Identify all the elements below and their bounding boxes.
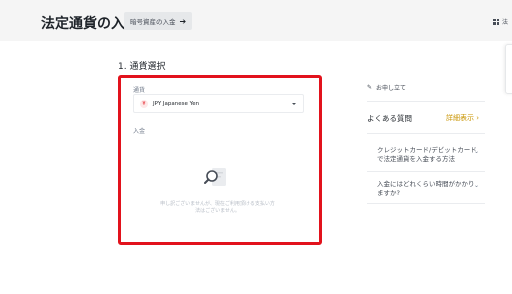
chevron-down-icon	[292, 103, 296, 105]
faq-item-card-deposit[interactable]: クレジットカード/デビットカードで法定通貨を入金する方法	[377, 146, 477, 164]
yen-icon: ¥	[140, 99, 148, 108]
history-label: 法	[502, 19, 509, 26]
grid-icon	[493, 18, 499, 25]
faq-title: よくある質問	[367, 114, 412, 123]
divider	[367, 203, 485, 204]
crypto-deposit-label: 暗号資産の入金	[130, 18, 176, 26]
apply-label: お申し立て	[376, 85, 407, 92]
arrow-right-icon: ➔	[179, 16, 187, 26]
step-title: 1. 通貨選択	[118, 62, 166, 72]
chevron-down-icon: ⌄	[474, 148, 480, 155]
divider	[367, 101, 485, 102]
faq-more-link[interactable]: 詳細表示 ›	[446, 113, 479, 123]
pencil-icon: ✎	[367, 84, 373, 91]
currency-select[interactable]: ¥ JPY Japanese Yen	[133, 94, 304, 113]
deposit-label: 入金	[133, 128, 146, 135]
divider	[367, 133, 485, 134]
chevron-down-icon: ⌄	[474, 182, 480, 189]
divider	[367, 171, 485, 172]
faq-item-deposit-time[interactable]: 入金にはどれくらい時間がかかりますか?	[377, 180, 477, 198]
currency-select-value: JPY Japanese Yen	[153, 100, 200, 107]
magnifier-empty-icon	[204, 168, 226, 186]
side-drawer-edge[interactable]	[505, 44, 512, 94]
empty-state-message: 申し訳ございませんが、現在ご利用頂ける支払い方法はございません。	[160, 201, 275, 214]
crypto-deposit-button[interactable]: 暗号資産の入金 ➔	[124, 12, 193, 30]
currency-label: 通貨	[133, 87, 146, 94]
history-link[interactable]: 法	[493, 17, 508, 26]
top-header: 法定通貨の入金 暗号資産の入金 ➔ 法	[0, 0, 512, 41]
apply-link[interactable]: ✎ お申し立て	[367, 83, 406, 92]
